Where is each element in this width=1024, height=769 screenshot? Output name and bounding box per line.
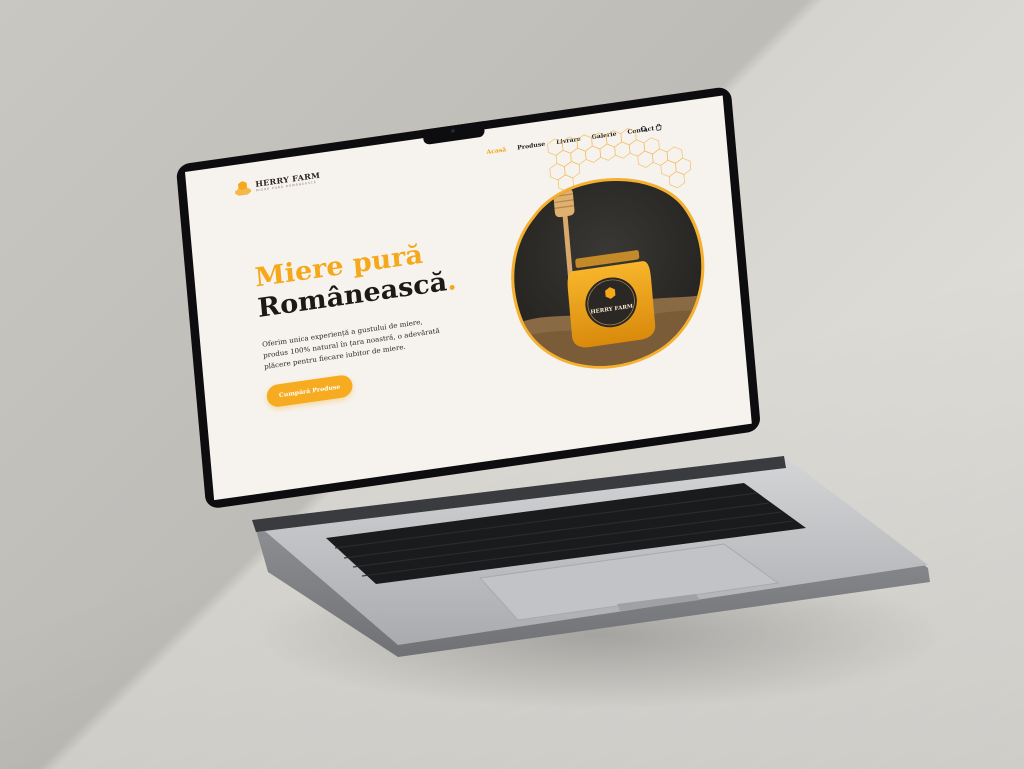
shop-products-button[interactable]: Cumpără Produse <box>265 373 354 409</box>
camera-icon <box>450 128 455 133</box>
laptop-display: HERRY FARM MIERE PURĂ ROMÂNEASCĂ Acasă P… <box>175 86 762 510</box>
hero-title-dot: . <box>445 265 458 297</box>
honeycomb-logo-icon <box>234 181 252 196</box>
honey-jar-image: HERRY FARM <box>506 168 710 378</box>
brand-logo[interactable]: HERRY FARM MIERE PURĂ ROMÂNEASCĂ <box>234 169 321 196</box>
nav-item-acasa[interactable]: Acasă <box>486 146 506 155</box>
hero-description: Oferim unica experiență a gustului de mi… <box>261 317 441 371</box>
